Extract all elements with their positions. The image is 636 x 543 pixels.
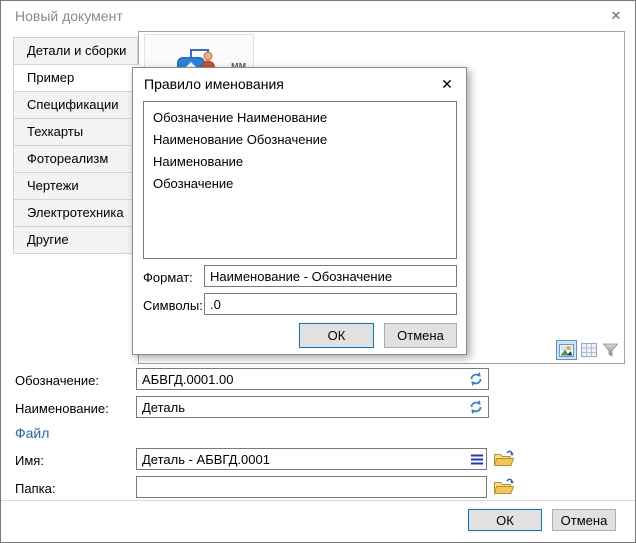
refresh-icon bbox=[468, 371, 484, 387]
list-item[interactable]: Обозначение Наименование bbox=[144, 107, 456, 129]
close-icon[interactable]: ✕ bbox=[603, 5, 629, 27]
naming-rule-dialog: Правило именования ✕ Обозначение Наимено… bbox=[132, 67, 467, 355]
name-label: Наименование: bbox=[15, 401, 109, 416]
grid-view-icon bbox=[581, 343, 597, 357]
folder-label: Папка: bbox=[15, 481, 55, 496]
filter-button[interactable] bbox=[600, 340, 621, 360]
thumbnail-view-icon bbox=[559, 344, 574, 357]
designation-input[interactable] bbox=[136, 368, 489, 390]
category-tabs: Детали и сборки Пример Спецификации Техк… bbox=[13, 37, 141, 254]
view-toolbar bbox=[556, 340, 621, 360]
list-item[interactable]: Обозначение bbox=[144, 173, 456, 195]
folder-browse-button[interactable] bbox=[492, 474, 516, 498]
symbols-input[interactable] bbox=[204, 293, 457, 315]
ok-button[interactable]: ОК bbox=[468, 509, 542, 531]
designation-label: Обозначение: bbox=[15, 373, 99, 388]
refresh-icon bbox=[468, 399, 484, 415]
file-name-input[interactable] bbox=[136, 448, 487, 470]
footer-divider bbox=[1, 500, 636, 501]
file-name-menu-button[interactable] bbox=[469, 452, 484, 466]
new-document-dialog: Новый документ ✕ мм Детали и сборки Прим… bbox=[0, 0, 636, 543]
file-name-browse-button[interactable] bbox=[492, 446, 516, 470]
open-folder-icon bbox=[493, 448, 515, 468]
grid-view-button[interactable] bbox=[578, 340, 599, 360]
tab-example[interactable]: Пример bbox=[13, 64, 140, 92]
tab-photorealism[interactable]: Фотореализм bbox=[13, 145, 138, 173]
tab-drawings[interactable]: Чертежи bbox=[13, 172, 138, 200]
thumbnail-view-button[interactable] bbox=[556, 340, 577, 360]
name-refresh-button[interactable] bbox=[466, 398, 485, 416]
filter-icon bbox=[603, 343, 618, 357]
naming-ok-button[interactable]: ОК bbox=[299, 323, 374, 348]
tab-electrical[interactable]: Электротехника bbox=[13, 199, 138, 227]
window-title: Новый документ bbox=[15, 8, 123, 24]
naming-close-icon[interactable]: ✕ bbox=[436, 73, 458, 95]
list-item[interactable]: Наименование Обозначение bbox=[144, 129, 456, 151]
naming-cancel-button[interactable]: Отмена bbox=[384, 323, 457, 348]
name-input[interactable] bbox=[136, 396, 489, 418]
file-section-header: Файл bbox=[15, 425, 49, 441]
tab-techcards[interactable]: Техкарты bbox=[13, 118, 138, 146]
tab-details-assemblies[interactable]: Детали и сборки bbox=[13, 37, 138, 65]
naming-dialog-title: Правило именования bbox=[144, 76, 284, 92]
tab-others[interactable]: Другие bbox=[13, 226, 138, 254]
format-input[interactable] bbox=[204, 265, 457, 287]
tab-specifications[interactable]: Спецификации bbox=[13, 91, 138, 119]
format-label: Формат: bbox=[143, 270, 193, 285]
file-name-label: Имя: bbox=[15, 453, 44, 468]
folder-input[interactable] bbox=[136, 476, 487, 498]
open-folder-icon bbox=[493, 476, 515, 496]
symbols-label: Символы: bbox=[143, 298, 203, 313]
cancel-button[interactable]: Отмена bbox=[552, 509, 616, 531]
menu-icon bbox=[471, 454, 483, 465]
designation-refresh-button[interactable] bbox=[466, 370, 485, 388]
list-item[interactable]: Наименование bbox=[144, 151, 456, 173]
naming-rule-list: Обозначение Наименование Наименование Об… bbox=[143, 101, 457, 259]
